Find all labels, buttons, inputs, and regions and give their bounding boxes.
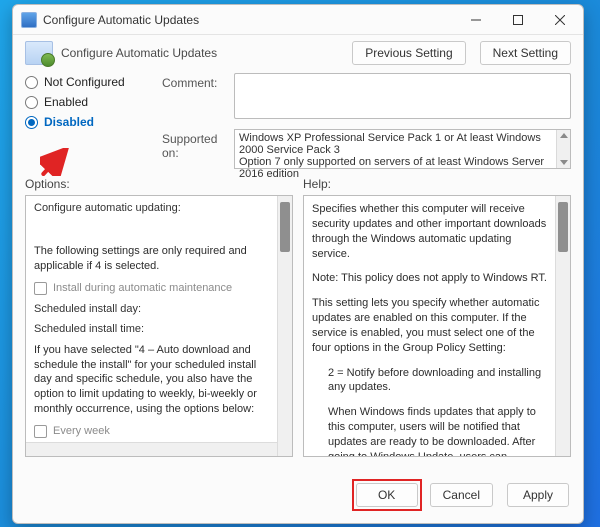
scrollbar[interactable] [556,130,570,168]
options-heading: Configure automatic updating: [34,202,272,214]
checkbox-label: Install during automatic maintenance [53,282,232,294]
comment-label: Comment: [162,73,232,129]
help-text: Note: This policy does not apply to Wind… [312,271,552,286]
help-text: Specifies whether this computer will rec… [312,202,552,261]
radio-disabled[interactable]: Disabled [25,115,160,129]
radio-label: Enabled [44,95,88,109]
radio-icon [25,116,38,129]
radio-icon [25,96,38,109]
scheduled-day-label: Scheduled install day: [34,303,272,315]
checkbox-icon [34,425,47,438]
titlebar[interactable]: Configure Automatic Updates [13,5,583,35]
policy-large-icon [25,41,53,65]
chk-install-maintenance[interactable]: Install during automatic maintenance [34,282,272,295]
options-note: The following settings are only required… [34,244,272,274]
help-panel: Specifies whether this computer will rec… [303,195,571,457]
next-setting-button[interactable]: Next Setting [480,41,571,65]
dialog-footer: OK Cancel Apply [13,469,583,523]
supported-on-label: Supported on: [162,129,232,169]
radio-enabled[interactable]: Enabled [25,95,160,109]
state-radios: Not Configured Enabled Disabled [25,73,160,129]
comment-textarea[interactable] [234,73,571,119]
page-title: Configure Automatic Updates [61,46,344,60]
radio-label: Not Configured [44,75,125,89]
cancel-button[interactable]: Cancel [430,483,493,507]
help-text: This setting lets you specify whether au… [312,296,552,355]
supported-on-text: Windows XP Professional Service Pack 1 o… [239,132,566,180]
checkbox-icon [34,282,47,295]
radio-icon [25,76,38,89]
scheduled-time-label: Scheduled install time: [34,323,272,335]
previous-setting-button[interactable]: Previous Setting [352,41,465,65]
options-column: Options: Configure automatic updating: T… [25,177,293,469]
options-panel: Configure automatic updating: The follow… [25,195,293,457]
help-text: When Windows finds updates that apply to… [312,405,552,457]
policy-dialog: Configure Automatic Updates Configure Au… [12,4,584,524]
header-row: Configure Automatic Updates Previous Set… [13,35,583,67]
scrollbar[interactable] [555,196,570,456]
help-column: Help: Specifies whether this computer wi… [303,177,571,469]
policy-icon [21,12,37,28]
supported-on-box: Windows XP Professional Service Pack 1 o… [234,129,571,169]
scrollbar[interactable] [277,196,292,456]
checkbox-label: Every week [53,425,110,437]
ok-highlight: OK [352,479,422,511]
radio-label: Disabled [44,115,94,129]
help-text: 2 = Notify before downloading and instal… [312,366,552,396]
ok-button[interactable]: OK [356,483,418,507]
maximize-button[interactable] [497,6,539,34]
chk-every-week[interactable]: Every week [34,425,272,438]
close-button[interactable] [539,6,581,34]
minimize-button[interactable] [455,6,497,34]
radio-not-configured[interactable]: Not Configured [25,75,160,89]
scrollbar-horizontal[interactable] [26,442,277,456]
apply-button[interactable]: Apply [507,483,569,507]
schedule-note: If you have selected "4 – Auto download … [34,343,272,417]
window-title: Configure Automatic Updates [43,13,455,27]
